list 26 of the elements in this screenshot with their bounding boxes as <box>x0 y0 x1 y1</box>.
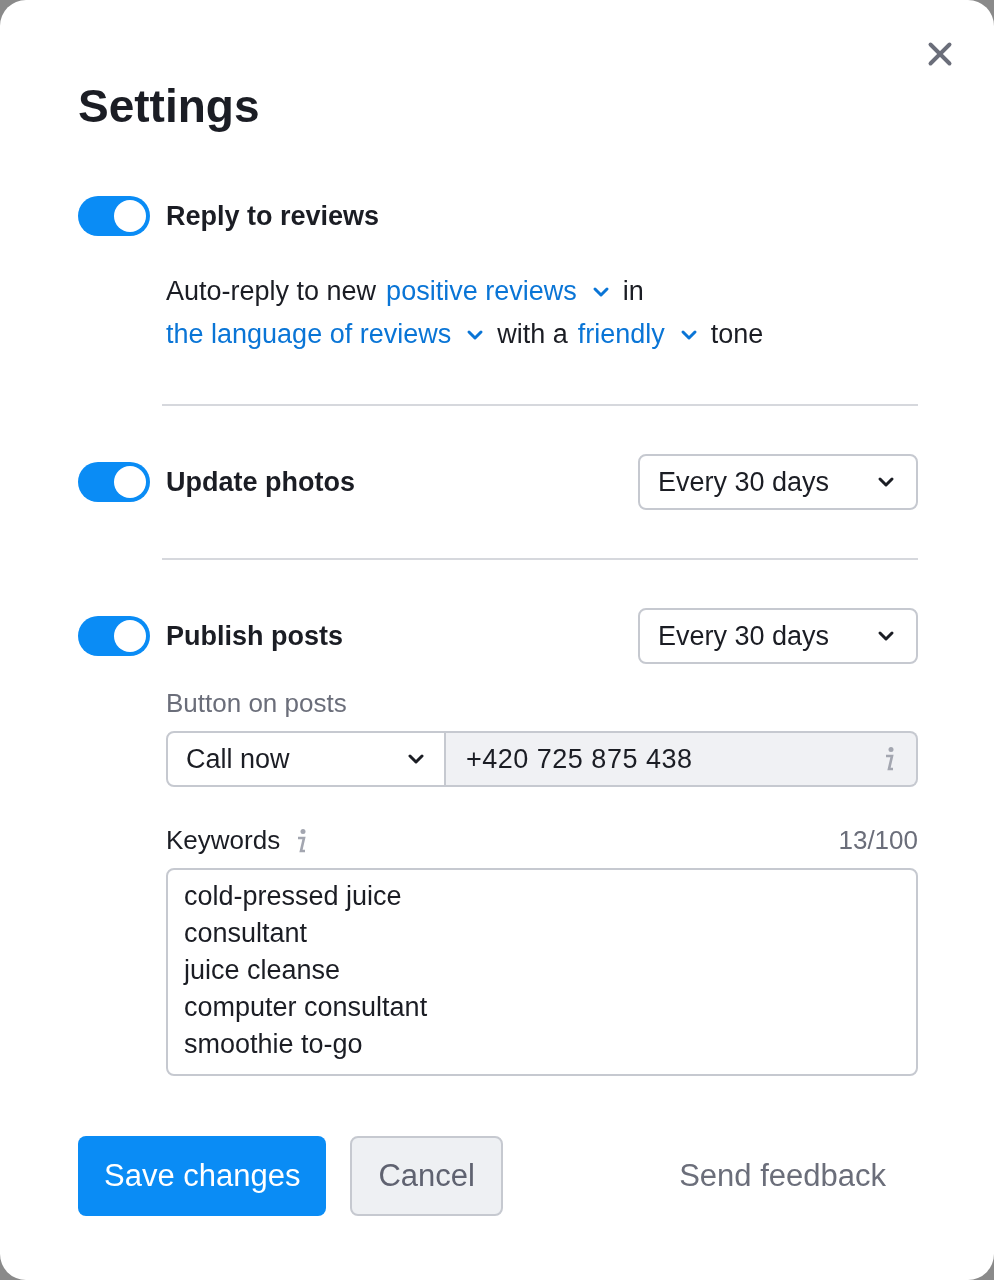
dialog-title: Settings <box>78 79 261 134</box>
character-count: 13/100 <box>838 825 918 856</box>
frequency-dropdown[interactable]: Every 30 days <box>638 608 918 664</box>
inline-dropdown[interactable]: positive reviews <box>386 270 613 313</box>
section-label: Reply to reviews <box>166 200 381 232</box>
save-button[interactable]: Save changes <box>78 1136 327 1216</box>
frequency-dropdown[interactable]: Every 30 days <box>638 454 918 510</box>
sentence-text: Auto-reply to new <box>166 275 377 308</box>
sentence-text: in <box>622 275 644 308</box>
field-label: Keywords <box>166 825 281 856</box>
sentence-text: with a <box>497 318 568 351</box>
phone-value: +420 725 875 438 <box>466 743 693 775</box>
inline-dropdown[interactable]: the language of reviews <box>166 313 488 356</box>
section-label: Publish posts <box>166 620 345 652</box>
toggle-switch[interactable] <box>78 462 150 502</box>
toggle-switch[interactable] <box>78 196 150 236</box>
cancel-button[interactable]: Cancel <box>350 1136 503 1216</box>
feedback-link[interactable]: Send feedback <box>673 1157 892 1195</box>
toggle-switch[interactable] <box>78 616 150 656</box>
section-label: Update photos <box>166 466 356 498</box>
inline-dropdown[interactable]: friendly <box>577 313 701 356</box>
phone-field[interactable]: +420 725 875 438 <box>446 731 918 787</box>
sentence-text: tone <box>710 318 764 351</box>
keywords-field[interactable]: cold-pressed juice consultant juice cleanse computer consultant smoothie to-go <box>166 868 918 1076</box>
field-label: Button on posts <box>166 688 348 719</box>
button-type-dropdown[interactable]: Call now <box>166 731 446 787</box>
